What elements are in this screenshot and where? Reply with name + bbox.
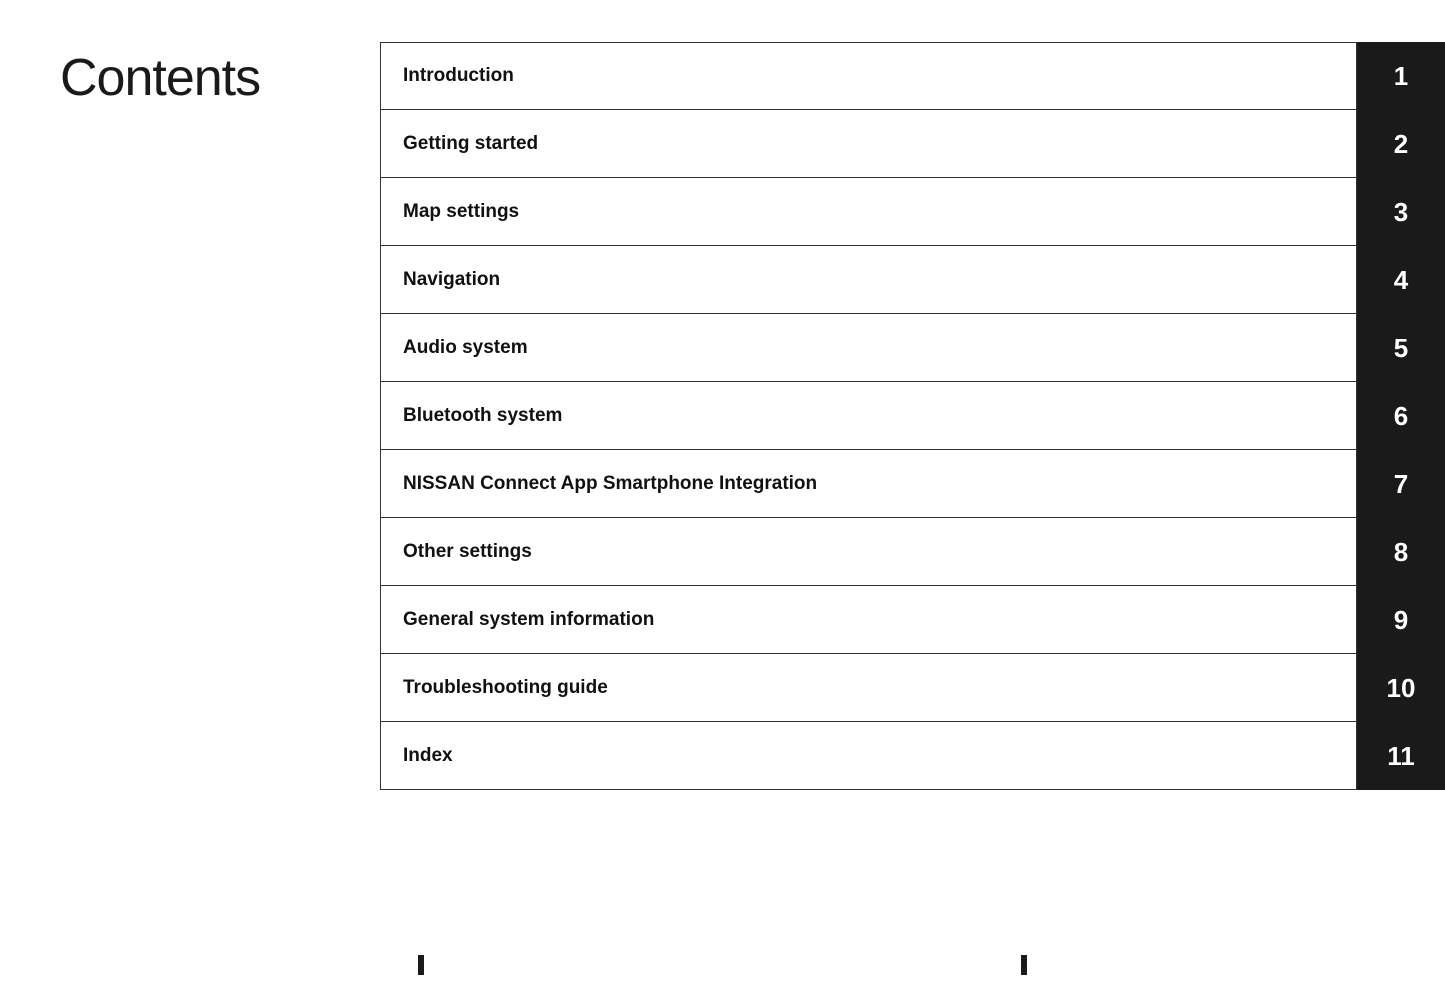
toc-item-label: Index [380, 722, 1357, 790]
toc-row[interactable]: Introduction1 [380, 42, 1445, 110]
toc-row[interactable]: Navigation4 [380, 246, 1445, 314]
toc-wrapper: Introduction1Getting started2Map setting… [380, 42, 1445, 790]
toc-item-number: 7 [1357, 450, 1445, 518]
toc-item-label: Map settings [380, 178, 1357, 246]
toc-row[interactable]: Audio system5 [380, 314, 1445, 382]
toc-item-number: 5 [1357, 314, 1445, 382]
toc-item-number: 10 [1357, 654, 1445, 722]
toc-row[interactable]: NISSAN Connect App Smartphone Integratio… [380, 450, 1445, 518]
page-title: Contents [60, 48, 260, 108]
toc-item-label: NISSAN Connect App Smartphone Integratio… [380, 450, 1357, 518]
toc-item-number: 4 [1357, 246, 1445, 314]
toc-row[interactable]: General system information9 [380, 586, 1445, 654]
toc-item-label: Audio system [380, 314, 1357, 382]
toc-item-label: Bluetooth system [380, 382, 1357, 450]
toc-item-label: Getting started [380, 110, 1357, 178]
toc-item-label: Troubleshooting guide [380, 654, 1357, 722]
bottom-mark-right [1021, 955, 1027, 975]
toc-item-number: 6 [1357, 382, 1445, 450]
toc-row[interactable]: Other settings8 [380, 518, 1445, 586]
toc-item-number: 2 [1357, 110, 1445, 178]
toc-item-label: General system information [380, 586, 1357, 654]
toc-row[interactable]: Bluetooth system6 [380, 382, 1445, 450]
toc-row[interactable]: Getting started2 [380, 110, 1445, 178]
toc-item-number: 9 [1357, 586, 1445, 654]
bottom-marks [0, 955, 1445, 975]
toc-item-number: 1 [1357, 42, 1445, 110]
toc-row[interactable]: Index11 [380, 722, 1445, 790]
toc-item-number: 11 [1357, 722, 1445, 790]
toc-row[interactable]: Map settings3 [380, 178, 1445, 246]
toc-item-number: 3 [1357, 178, 1445, 246]
toc-item-label: Introduction [380, 42, 1357, 110]
toc-item-number: 8 [1357, 518, 1445, 586]
toc-item-label: Other settings [380, 518, 1357, 586]
toc-row[interactable]: Troubleshooting guide10 [380, 654, 1445, 722]
toc-item-label: Navigation [380, 246, 1357, 314]
page-container: Contents Introduction1Getting started2Ma… [0, 0, 1445, 1005]
bottom-mark-left [418, 955, 424, 975]
